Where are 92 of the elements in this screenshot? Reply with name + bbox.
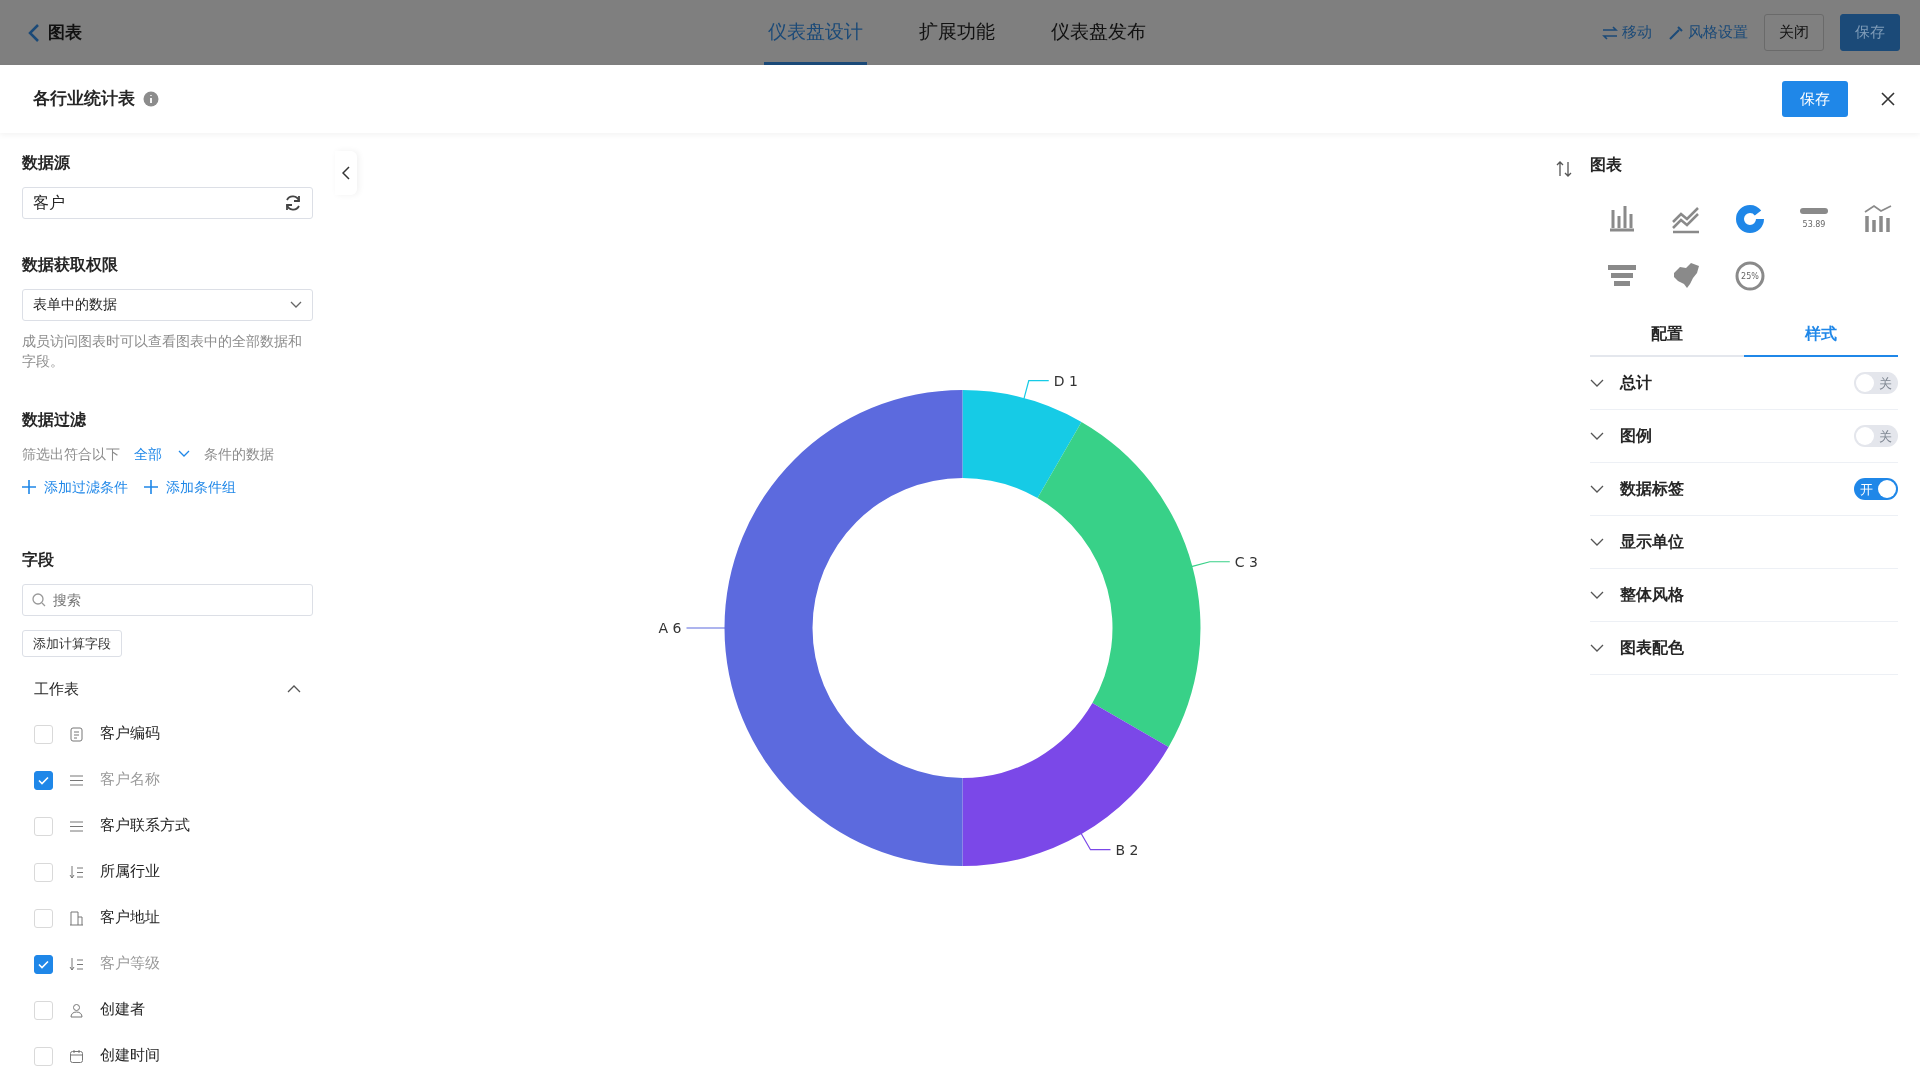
swap-icon: [1602, 24, 1618, 41]
field-name: 客户编码: [100, 724, 160, 744]
field-name: 客户等级: [100, 954, 160, 974]
document-icon: [69, 726, 84, 742]
tab[interactable]: 配置: [1590, 312, 1744, 357]
close-icon[interactable]: [1880, 90, 1896, 107]
field-value: 客户: [33, 191, 65, 214]
toggle-switch[interactable]: 开: [1854, 477, 1898, 500]
field-name: 客户名称: [100, 770, 160, 790]
combo-chart-icon[interactable]: [1863, 204, 1893, 235]
sort-icon[interactable]: [1556, 160, 1572, 177]
gauge-chart-icon[interactable]: 25%: [1735, 261, 1765, 292]
sort-list-icon: [69, 956, 84, 972]
bar-chart-icon[interactable]: [1607, 204, 1637, 235]
section-label: 图表配色: [1620, 636, 1685, 659]
group-name: 工作表: [34, 678, 79, 700]
section-label: 数据标签: [1620, 477, 1685, 500]
building-icon: [69, 910, 84, 926]
plus-icon: [144, 480, 158, 494]
back-icon: [28, 22, 40, 43]
check-icon: [38, 959, 49, 969]
nav-tab[interactable]: 仪表盘发布: [1047, 0, 1150, 65]
chevron-left-icon[interactable]: [342, 165, 350, 180]
group-header[interactable]: 工作表: [22, 667, 313, 711]
field-name: 所属行业: [100, 862, 160, 882]
chevron-down-icon: [178, 450, 190, 458]
leader-line: [1023, 380, 1050, 400]
chevron-down-icon[interactable]: [1590, 378, 1604, 387]
chart-title: 各行业统计表: [33, 87, 135, 111]
add-link[interactable]: 添加过滤条件: [22, 476, 128, 498]
add-field-button[interactable]: 添加计算字段: [22, 629, 122, 657]
toolbar-link[interactable]: 移动: [1602, 21, 1652, 44]
save-button[interactable]: 保存: [1840, 14, 1900, 51]
section-label: 总计: [1620, 371, 1653, 394]
permission-select[interactable]: 表单中的数据: [22, 288, 313, 321]
section-title: 数据过滤: [22, 408, 87, 431]
data-source-field[interactable]: 客户: [22, 186, 313, 219]
field-name: 创建者: [100, 1000, 145, 1020]
lines-icon: [69, 772, 84, 788]
toggle-switch[interactable]: 关: [1854, 371, 1898, 394]
chevron-down-icon[interactable]: [1590, 643, 1604, 652]
nav-tab[interactable]: 仪表盘设计: [764, 0, 867, 65]
donut-chart-icon[interactable]: [1735, 204, 1765, 235]
tab[interactable]: 样式: [1744, 312, 1898, 357]
save-button[interactable]: 保存: [1782, 80, 1848, 118]
filter-text: 条件的数据: [204, 444, 274, 464]
select-value: 表单中的数据: [33, 295, 117, 315]
data-label: A 6: [658, 619, 682, 636]
checkbox[interactable]: [34, 770, 53, 790]
search-icon: [32, 592, 46, 607]
chevron-down-icon[interactable]: [1590, 431, 1604, 440]
sort-list-icon: [69, 864, 84, 880]
lines-icon: [69, 818, 84, 834]
leader-line: [1080, 832, 1112, 851]
data-label: B 2: [1115, 841, 1139, 858]
chevron-down-icon[interactable]: [1590, 590, 1604, 599]
refresh-icon[interactable]: [284, 193, 302, 212]
section-title: 数据获取权限: [22, 253, 119, 276]
checkbox[interactable]: [34, 954, 53, 974]
data-label: C 3: [1234, 553, 1258, 570]
chevron-down-icon[interactable]: [1590, 484, 1604, 493]
search-field[interactable]: 搜索: [22, 583, 313, 616]
panel-title: 图表: [1590, 153, 1623, 176]
plus-icon: [22, 480, 36, 494]
field-name: 客户地址: [100, 908, 160, 928]
chevron-down-icon: [290, 300, 302, 309]
leader-line: [1190, 561, 1231, 568]
match-dropdown[interactable]: 全部: [134, 443, 190, 465]
section-label: 整体风格: [1620, 583, 1685, 606]
close-button[interactable]: 关闭: [1764, 14, 1824, 51]
nav-tab[interactable]: 扩展功能: [915, 0, 999, 65]
section-title: 数据源: [22, 151, 71, 174]
add-link[interactable]: 添加条件组: [144, 476, 236, 498]
toggle-switch[interactable]: 关: [1854, 424, 1898, 447]
data-label: D 1: [1053, 372, 1078, 389]
section-label: 图例: [1620, 424, 1653, 447]
leader-line: [685, 627, 727, 629]
calendar-icon: [69, 1048, 84, 1064]
field-name: 客户联系方式: [100, 816, 190, 836]
filter-text: 筛选出符合以下: [22, 444, 120, 464]
chevron-down-icon[interactable]: [1590, 537, 1604, 546]
section-label: 显示单位: [1620, 530, 1685, 553]
section-title: 字段: [22, 548, 55, 571]
brush-icon: [1668, 24, 1684, 41]
field-name: 创建时间: [100, 1046, 160, 1066]
info-icon: [143, 90, 159, 107]
help-text: 成员访问图表时可以查看图表中的全部数据和字段。: [22, 331, 303, 372]
line-chart-icon[interactable]: [1671, 204, 1701, 235]
person-icon: [69, 1002, 84, 1018]
back-link[interactable]: 图表: [28, 19, 82, 46]
check-icon: [38, 775, 49, 785]
toolbar-link[interactable]: 风格设置: [1668, 21, 1748, 44]
